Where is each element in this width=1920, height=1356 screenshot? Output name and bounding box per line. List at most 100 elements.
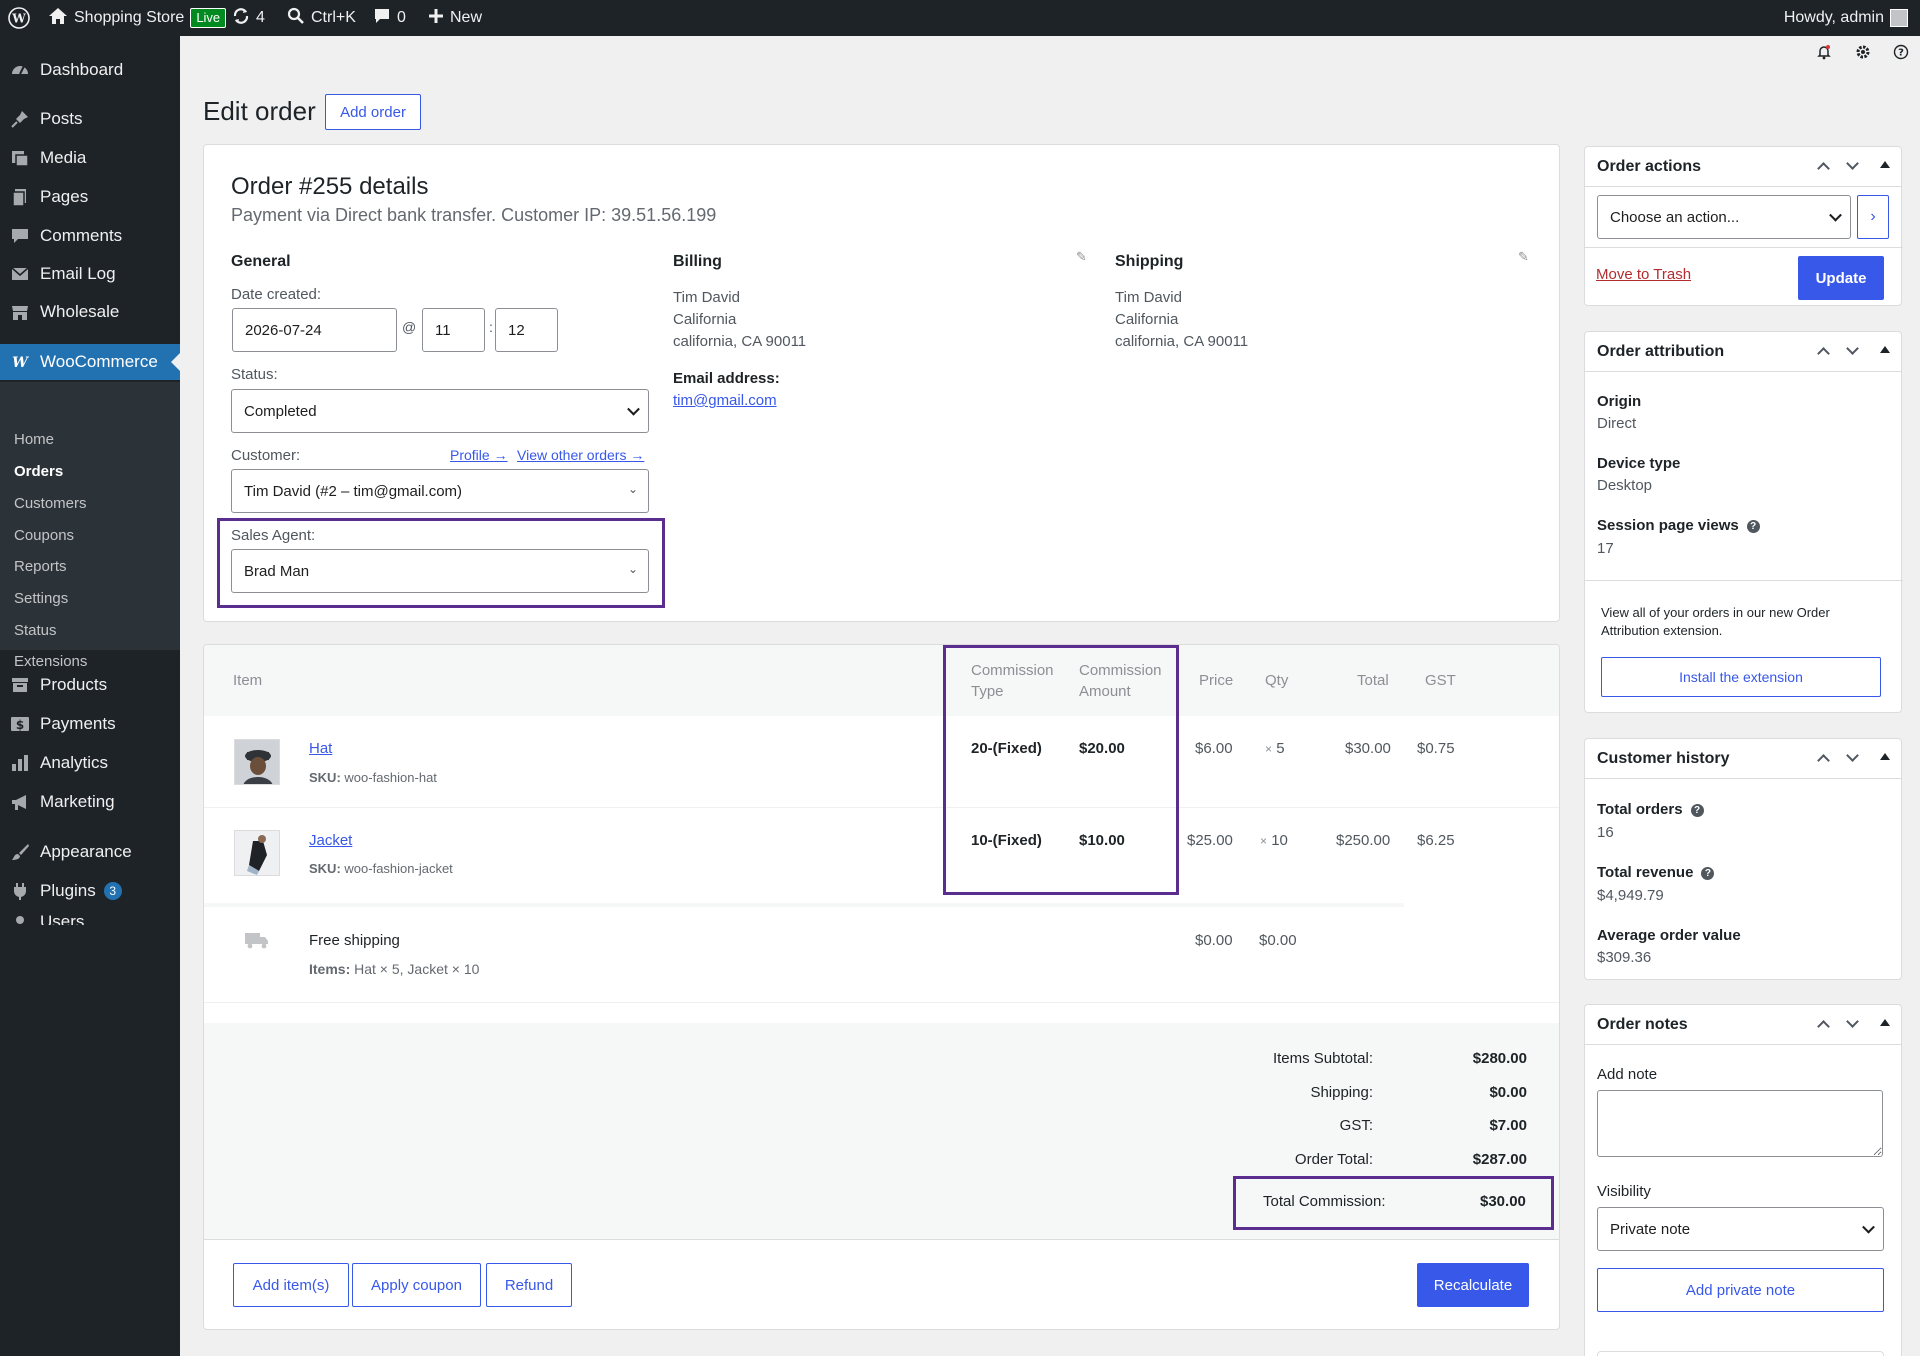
menu-appearance[interactable]: Appearance — [0, 834, 180, 870]
edit-billing-pencil-icon[interactable]: ✎ — [1076, 249, 1087, 265]
recalculate-button[interactable]: Recalculate — [1417, 1263, 1529, 1307]
submenu-coupons[interactable]: Coupons — [14, 527, 74, 544]
chevron-down-icon[interactable] — [1846, 1015, 1859, 1028]
customer-label: Customer: — [231, 447, 301, 464]
add-items-button[interactable]: Add item(s) — [233, 1263, 349, 1307]
site-name-link[interactable]: Shopping Store Live — [48, 0, 227, 36]
submenu-reports[interactable]: Reports — [14, 558, 67, 575]
add-note-label: Add note — [1597, 1066, 1658, 1083]
new-content-link[interactable]: New — [428, 0, 482, 36]
chevron-up-icon[interactable] — [1817, 754, 1830, 767]
menu-label: Media — [40, 148, 87, 167]
chevron-up-icon[interactable] — [1817, 162, 1830, 175]
chevron-down-icon[interactable] — [1846, 342, 1859, 355]
menu-comments[interactable]: Comments — [0, 218, 180, 254]
updates-link[interactable]: 4 — [232, 0, 265, 36]
minute-input[interactable]: 12 — [495, 308, 558, 352]
edit-shipping-pencil-icon[interactable]: ✎ — [1518, 249, 1529, 265]
menu-woocommerce[interactable]: W WooCommerce — [0, 344, 180, 380]
menu-analytics[interactable]: Analytics — [0, 745, 180, 781]
menu-email-log[interactable]: Email Log — [0, 256, 180, 292]
refund-button[interactable]: Refund — [486, 1263, 572, 1307]
help-icon[interactable]: ? — [1746, 519, 1760, 533]
svg-text:W: W — [12, 355, 29, 370]
add-private-note-button[interactable]: Add private note — [1597, 1268, 1884, 1312]
menu-posts[interactable]: Posts — [0, 101, 180, 137]
collapse-toggle-icon[interactable] — [1880, 753, 1890, 760]
megaphone-icon — [0, 792, 40, 812]
column-item: Item — [233, 672, 263, 689]
date-value: 2026-07-24 — [245, 321, 322, 339]
panel-header: Order notes — [1585, 1005, 1901, 1045]
menu-label: Products — [40, 675, 108, 694]
sales-agent-select[interactable]: Brad Man ⌄ — [231, 549, 649, 593]
item-name-link[interactable]: Jacket — [309, 832, 352, 849]
move-to-trash-link[interactable]: Move to Trash — [1596, 266, 1691, 283]
truck-icon — [245, 931, 269, 953]
profile-link[interactable]: Profile → — [450, 447, 508, 463]
item-name-link[interactable]: Hat — [309, 740, 332, 757]
help-icon[interactable]: ? — [1690, 803, 1704, 817]
collapse-toggle-icon[interactable] — [1880, 161, 1890, 168]
pages-icon — [0, 187, 40, 207]
times-sign: × — [1260, 834, 1268, 848]
update-button[interactable]: Update — [1798, 256, 1884, 300]
submenu-status[interactable]: Status — [14, 622, 57, 639]
date-input[interactable]: 2026-07-24 — [232, 308, 397, 352]
billing-email-link[interactable]: tim@gmail.com — [673, 392, 777, 409]
panel-header: Order attribution — [1585, 332, 1901, 372]
chevron-up-icon[interactable] — [1817, 347, 1830, 360]
hour-input[interactable]: 11 — [422, 308, 485, 352]
store-icon — [0, 302, 40, 322]
command-palette-link[interactable]: Ctrl+K — [287, 0, 356, 36]
chevron-up-icon[interactable] — [1817, 1020, 1830, 1033]
gst-cell: $6.25 — [1417, 832, 1455, 849]
customer-select[interactable]: Tim David (#2 – tim@gmail.com) ⌄ — [231, 469, 649, 513]
menu-pages[interactable]: Pages — [0, 179, 180, 215]
wordpress-logo-icon[interactable]: W — [8, 0, 30, 36]
search-icon — [287, 7, 305, 30]
submenu-settings[interactable]: Settings — [14, 590, 68, 607]
total-cell: $30.00 — [1345, 740, 1391, 757]
menu-payments[interactable]: $ Payments — [0, 706, 180, 742]
select-arrows-icon: ⌄ — [627, 562, 638, 576]
menu-label: Comments — [40, 226, 123, 245]
help-icon[interactable]: ? — [1891, 44, 1911, 64]
install-extension-button[interactable]: Install the extension — [1601, 657, 1881, 697]
jacket-thumbnail — [234, 830, 280, 876]
submenu-orders[interactable]: Orders — [14, 463, 63, 480]
collapse-toggle-icon[interactable] — [1880, 1019, 1890, 1026]
submenu-customers[interactable]: Customers — [14, 495, 87, 512]
chevron-down-icon[interactable] — [1846, 157, 1859, 170]
notification-bell-icon[interactable] — [1814, 44, 1834, 64]
menu-users[interactable]: Users — [0, 912, 180, 925]
menu-label: Pages — [40, 187, 89, 206]
live-badge: Live — [190, 8, 227, 28]
account-menu[interactable]: Howdy, admin — [1784, 0, 1908, 36]
submenu-home[interactable]: Home — [14, 431, 54, 448]
visibility-select[interactable]: Private note — [1597, 1207, 1884, 1251]
menu-label: Analytics — [40, 753, 109, 772]
panel-title: Order actions — [1597, 158, 1702, 175]
apply-action-button[interactable]: › — [1857, 195, 1889, 239]
gear-icon[interactable] — [1853, 44, 1873, 64]
menu-marketing[interactable]: Marketing — [0, 784, 180, 820]
order-actions-panel: Order actions Choose an action... › Move… — [1584, 146, 1903, 306]
menu-wholesale[interactable]: Wholesale — [0, 294, 180, 330]
comments-link[interactable]: 0 — [373, 0, 406, 36]
items-value: Hat × 5, Jacket × 10 — [354, 961, 480, 977]
menu-plugins[interactable]: Plugins 3 — [0, 873, 180, 909]
date-label: Date created: — [231, 286, 322, 303]
menu-dashboard[interactable]: Dashboard — [0, 52, 180, 88]
menu-products[interactable]: Products — [0, 667, 180, 703]
menu-media[interactable]: Media — [0, 140, 180, 176]
apply-coupon-button[interactable]: Apply coupon — [352, 1263, 481, 1307]
status-select[interactable]: Completed — [231, 389, 649, 433]
chevron-down-icon[interactable] — [1846, 749, 1859, 762]
add-order-button[interactable]: Add order — [325, 94, 421, 130]
help-icon[interactable]: ? — [1701, 866, 1715, 880]
note-textarea[interactable] — [1597, 1090, 1883, 1157]
view-other-orders-link[interactable]: View other orders → — [517, 447, 644, 463]
collapse-toggle-icon[interactable] — [1880, 346, 1890, 353]
order-action-select[interactable]: Choose an action... — [1597, 195, 1851, 239]
